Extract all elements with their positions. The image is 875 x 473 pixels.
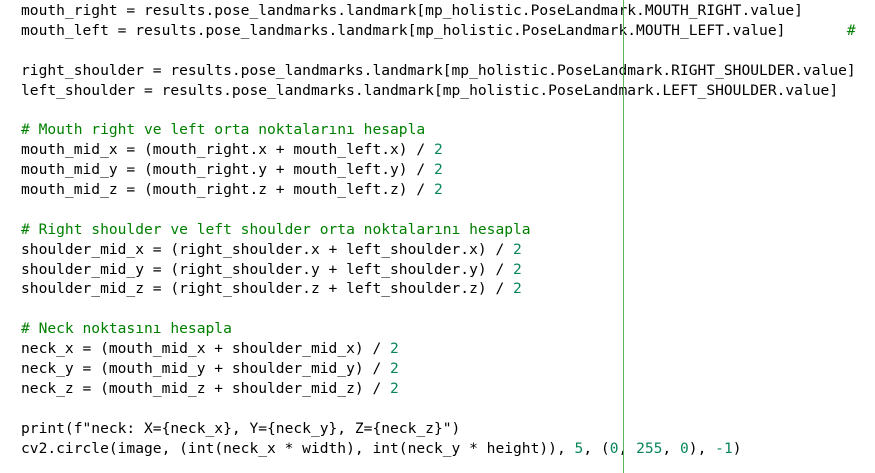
code-text-area[interactable]: mouth_right = results.pose_landmarks.lan… <box>21 1 856 458</box>
code-token: ) <box>732 439 742 457</box>
blank-line[interactable] <box>21 399 856 419</box>
comment-token: # Right shoulder ve left shoulder orta n… <box>21 220 531 238</box>
blank-line[interactable] <box>21 100 856 120</box>
blank-line[interactable] <box>21 299 856 319</box>
code-token: , ( <box>583 439 610 457</box>
code-line[interactable]: neck_z = (mouth_mid_z + shoulder_mid_z) … <box>21 379 856 399</box>
number-token: 255 <box>636 439 663 457</box>
number-token: 2 <box>513 280 522 298</box>
comment-token: # Neck noktasını hesapla <box>21 320 232 338</box>
comment-token: # Mouth right ve left orta noktalarını h… <box>21 121 426 139</box>
blank-line[interactable] <box>21 41 856 61</box>
code-line[interactable]: shoulder_mid_x = (right_shoulder.x + lef… <box>21 240 856 260</box>
code-line[interactable]: print(f"neck: X={neck_x}, Y={neck_y}, Z=… <box>21 419 856 439</box>
number-token: 2 <box>390 360 399 378</box>
code-line[interactable]: mouth_mid_x = (mouth_right.x + mouth_lef… <box>21 140 856 160</box>
code-line[interactable]: mouth_mid_y = (mouth_right.y + mouth_lef… <box>21 160 856 180</box>
code-token: ), <box>688 439 716 457</box>
number-token: 2 <box>390 379 399 397</box>
number-token: 2 <box>513 260 522 278</box>
code-token: mouth_right = results.pose_landmarks.lan… <box>21 2 803 19</box>
code-token: shoulder_mid_z = (right_shoulder.z + lef… <box>21 280 514 298</box>
blank-line[interactable] <box>21 200 856 220</box>
number-token: 2 <box>433 181 443 199</box>
code-token: left_shoulder = results.pose_landmarks.l… <box>21 81 839 99</box>
code-token: mouth_mid_z = (mouth_right.z + mouth_lef… <box>21 181 434 199</box>
code-token: , <box>662 439 680 457</box>
code-line[interactable]: mouth_mid_z = (mouth_right.z + mouth_lef… <box>21 180 856 200</box>
code-token: , <box>618 439 637 457</box>
code-editor[interactable]: mouth_right = results.pose_landmarks.lan… <box>0 0 875 473</box>
code-line[interactable]: # Right shoulder ve left shoulder orta n… <box>21 220 856 240</box>
code-line[interactable]: shoulder_mid_y = (right_shoulder.y + lef… <box>21 260 856 280</box>
code-token: mouth_mid_x = (mouth_right.x + mouth_lef… <box>21 141 434 159</box>
number-token: 0 <box>680 439 689 457</box>
number-token: 2 <box>513 240 522 258</box>
code-token: mouth_mid_y = (mouth_right.y + mouth_lef… <box>21 161 434 179</box>
code-line[interactable]: # Neck noktasını hesapla <box>21 319 856 339</box>
code-line[interactable]: right_shoulder = results.pose_landmarks.… <box>21 61 856 81</box>
code-token: right_shoulder = results.pose_landmarks.… <box>21 61 856 79</box>
code-line[interactable]: left_shoulder = results.pose_landmarks.l… <box>21 81 856 101</box>
code-line[interactable]: shoulder_mid_z = (right_shoulder.z + lef… <box>21 279 856 299</box>
code-line[interactable]: mouth_left = results.pose_landmarks.land… <box>21 21 856 41</box>
code-line[interactable]: mouth_right = results.pose_landmarks.lan… <box>21 1 856 21</box>
column-ruler-line <box>623 0 624 473</box>
number-token: -1 <box>715 439 733 457</box>
number-token: 2 <box>390 340 399 358</box>
code-line[interactable]: # Mouth right ve left orta noktalarını h… <box>21 120 856 140</box>
code-token: neck_y = (mouth_mid_y + shoulder_mid_y) … <box>21 360 391 378</box>
code-token: neck_z = (mouth_mid_z + shoulder_mid_z) … <box>21 379 391 397</box>
code-token: shoulder_mid_x = (right_shoulder.x + lef… <box>21 240 514 258</box>
code-token: cv2.circle(image, (int(neck_x * width), … <box>21 439 575 457</box>
code-token: mouth_left = results.pose_landmarks.land… <box>21 21 847 39</box>
code-line[interactable]: neck_x = (mouth_mid_x + shoulder_mid_x) … <box>21 339 856 359</box>
code-token: print(f"neck: X={neck_x}, Y={neck_y}, Z=… <box>21 419 461 437</box>
number-token: 5 <box>574 439 584 457</box>
code-token: neck_x = (mouth_mid_x + shoulder_mid_x) … <box>21 340 391 358</box>
code-line[interactable]: neck_y = (mouth_mid_y + shoulder_mid_y) … <box>21 359 856 379</box>
code-token: shoulder_mid_y = (right_shoulder.y + lef… <box>21 260 514 278</box>
code-line[interactable]: cv2.circle(image, (int(neck_x * width), … <box>21 439 856 459</box>
number-token: 2 <box>433 161 443 179</box>
number-token: 2 <box>433 141 443 159</box>
comment-token: # <box>846 21 856 39</box>
